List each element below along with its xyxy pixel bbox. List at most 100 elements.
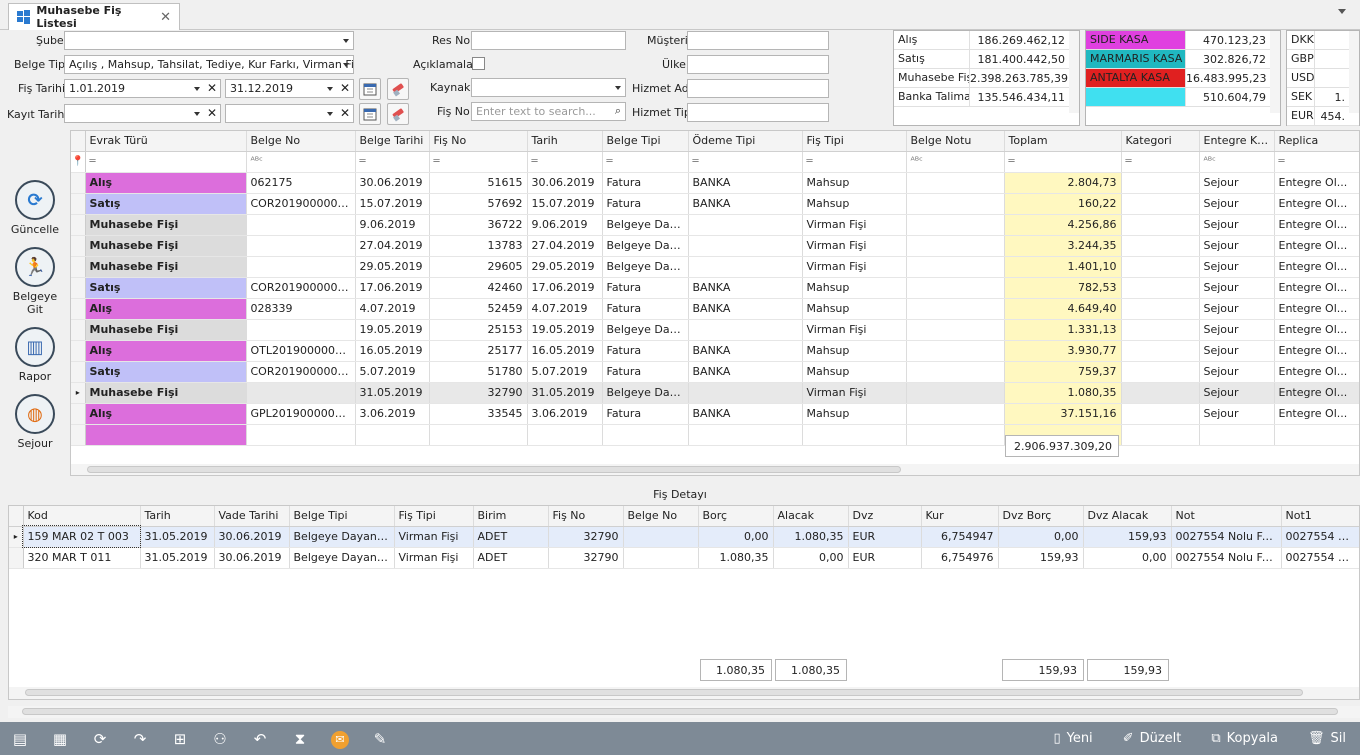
aciklamalar-checkbox[interactable] (472, 57, 485, 70)
filter-cell[interactable]: ═ (1004, 151, 1122, 173)
summary-scrollbar[interactable] (1349, 31, 1359, 113)
tab-muhasebe-fis-listesi[interactable]: Muhasebe Fiş Listesi ✕ (8, 3, 180, 30)
export-excel-icon[interactable]: ▤ (0, 730, 40, 748)
eraser-button[interactable] (387, 78, 409, 100)
undo-icon[interactable]: ↶ (240, 730, 280, 748)
table-row[interactable]: Satış COR2019000004308 17.06.2019 42460 17.0… (71, 277, 1359, 299)
detail-column-header[interactable]: Kur (921, 506, 999, 527)
detail-row[interactable]: ▸ 159 MAR 02 T 003 31.05.2019 30.06.2019 Bel… (9, 525, 1359, 548)
table-row[interactable]: Muhasebe Fişi 9.06.2019 36722 9.06.2019 Belg… (71, 214, 1359, 236)
filter-cell[interactable]: ᴬᴮᶜ (906, 151, 1005, 173)
fis-no-search-input[interactable]: Enter text to search... ⌕ (471, 102, 626, 121)
side-button-runner[interactable]: 🏃 Belgeye Git (5, 247, 65, 316)
mail-icon[interactable]: ✉ (320, 729, 360, 749)
page-horizontal-scrollbar[interactable] (8, 706, 1360, 718)
column-header[interactable]: Tarih (527, 131, 603, 152)
calendar-button[interactable] (359, 78, 381, 100)
side-button-chart[interactable]: ▥ Rapor (5, 327, 65, 383)
detail-column-header[interactable]: Vade Tarihi (214, 506, 290, 527)
kayit-tarihi-to-input[interactable]: ✕ (225, 104, 354, 123)
yeni-button[interactable]: ▯ Yeni (1053, 731, 1092, 746)
table-row[interactable]: Satış COR2019000006203 5.07.2019 51780 5.07.… (71, 361, 1359, 383)
filter-cell[interactable]: ═ (527, 151, 603, 173)
kopyala-button[interactable]: ⧉ Kopyala (1211, 731, 1278, 746)
fis-tarihi-from-input[interactable]: 1.01.2019 ✕ (64, 79, 221, 98)
detail-column-header[interactable]: Belge Tipi (289, 506, 395, 527)
detail-column-header[interactable]: Dvz Borç (998, 506, 1084, 527)
filter-cell[interactable]: ═ (429, 151, 528, 173)
filter-cell[interactable]: ═ (1121, 151, 1200, 173)
users-icon[interactable]: ⚇ (200, 730, 240, 748)
duzelt-button[interactable]: ✐ Düzelt (1123, 731, 1182, 746)
res-no-input[interactable] (471, 31, 626, 50)
column-header[interactable]: Belge Notu (906, 131, 1005, 152)
column-header[interactable]: Kategori (1121, 131, 1200, 152)
summary-scrollbar[interactable] (1270, 31, 1280, 113)
pin-icon[interactable]: 📍 (71, 151, 86, 173)
detail-column-header[interactable]: Alacak (773, 506, 849, 527)
side-button-globe[interactable]: ◍ Sejour (5, 394, 65, 450)
redirect-icon[interactable]: ↷ (120, 730, 160, 748)
sil-button[interactable]: 🗑 Sil (1308, 731, 1346, 746)
filter-cell[interactable]: ═ (802, 151, 907, 173)
table-row[interactable]: Muhasebe Fişi 19.05.2019 25153 19.05.2019 Be… (71, 319, 1359, 341)
detail-horizontal-scrollbar[interactable] (9, 687, 1359, 699)
detail-column-header[interactable]: Not1 (1281, 506, 1359, 527)
detail-column-header[interactable]: Dvz Alacak (1083, 506, 1172, 527)
sube-select[interactable] (64, 31, 354, 50)
ulke-input[interactable] (687, 55, 829, 74)
detail-column-header[interactable]: Fiş Tipi (394, 506, 474, 527)
column-header[interactable]: Toplam (1004, 131, 1122, 152)
windows-icon[interactable]: ⊞ (160, 730, 200, 748)
detail-column-header[interactable]: Dvz (848, 506, 922, 527)
column-header[interactable]: Evrak Türü (85, 131, 247, 152)
close-icon[interactable]: ✕ (160, 10, 171, 25)
table-row[interactable]: Muhasebe Fişi 29.05.2019 29605 29.05.2019 Be… (71, 256, 1359, 278)
detail-row[interactable]: 320 MAR T 011 31.05.2019 30.06.2019 Belgeye… (9, 547, 1359, 569)
detail-column-header[interactable]: Borç (698, 506, 774, 527)
detail-column-header[interactable]: Birim (473, 506, 549, 527)
filter-cell[interactable]: ═ (85, 151, 247, 173)
column-header[interactable]: Ödeme Tipi (688, 131, 803, 152)
musteri-input[interactable] (687, 31, 829, 50)
filter-cell[interactable]: ═ (688, 151, 803, 173)
belge-tipi-select[interactable]: Açılış , Mahsup, Tahsilat, Tediye, Kur F… (64, 55, 354, 74)
hizmet-adi-input[interactable] (687, 79, 829, 98)
filter-cell[interactable]: ═ (355, 151, 430, 173)
table-row[interactable]: Muhasebe Fişi 27.04.2019 13783 27.04.2019 Be… (71, 235, 1359, 257)
column-header[interactable]: Replica (1274, 131, 1359, 152)
table-row[interactable]: Alış 062175 30.06.2019 51615 30.06.2019 Fatur… (71, 172, 1359, 194)
kaynak-select[interactable] (471, 78, 626, 97)
main-horizontal-scrollbar[interactable] (71, 464, 1359, 475)
column-header[interactable]: Entegre Ka... (1199, 131, 1275, 152)
eraser-button-2[interactable] (387, 103, 409, 125)
filter-cell[interactable]: ᴬᴮᶜ (246, 151, 356, 173)
detail-column-header[interactable]: Tarih (140, 506, 215, 527)
column-header[interactable]: Belge No (246, 131, 356, 152)
hizmet-tipi-input[interactable] (687, 103, 829, 122)
summary-scrollbar[interactable] (1069, 31, 1079, 113)
column-header[interactable]: Belge Tipi (602, 131, 689, 152)
detail-column-header[interactable]: Not (1171, 506, 1282, 527)
detail-column-header[interactable]: Belge No (623, 506, 699, 527)
hourglass-icon[interactable]: ⧗ (280, 730, 320, 748)
filter-cell[interactable]: ═ (1274, 151, 1359, 173)
detail-column-header[interactable]: Kod (23, 506, 141, 527)
table-row[interactable]: Alış OTL2019000000039 16.05.2019 25177 16.05… (71, 340, 1359, 362)
side-button-refresh[interactable]: ⟳ Güncelle (5, 180, 65, 236)
fis-tarihi-to-input[interactable]: 31.12.2019 ✕ (225, 79, 354, 98)
table-row[interactable]: Satış COR2019000007487 15.07.2019 57692 15.0… (71, 193, 1359, 215)
table-row[interactable]: Alış 028339 4.07.2019 52459 4.07.2019 Fatura B… (71, 298, 1359, 320)
column-header[interactable]: Fiş Tipi (802, 131, 907, 152)
column-header[interactable]: Belge Tarihi (355, 131, 430, 152)
filter-cell[interactable]: ═ (602, 151, 689, 173)
refresh-icon[interactable]: ⟳ (80, 730, 120, 748)
broom-icon[interactable]: ✎ (360, 730, 400, 748)
table-row[interactable]: ▸ Muhasebe Fişi 31.05.2019 32790 31.05.2019 B… (71, 382, 1359, 404)
grid-icon[interactable]: ▦ (40, 730, 80, 748)
calendar-button-2[interactable] (359, 103, 381, 125)
table-row[interactable]: Alış GPL2019000003728 3.06.2019 33545 3.06.2… (71, 403, 1359, 425)
kayit-tarihi-from-input[interactable]: ✕ (64, 104, 221, 123)
column-header[interactable]: Fiş No (429, 131, 528, 152)
detail-column-header[interactable]: Fiş No (548, 506, 624, 527)
